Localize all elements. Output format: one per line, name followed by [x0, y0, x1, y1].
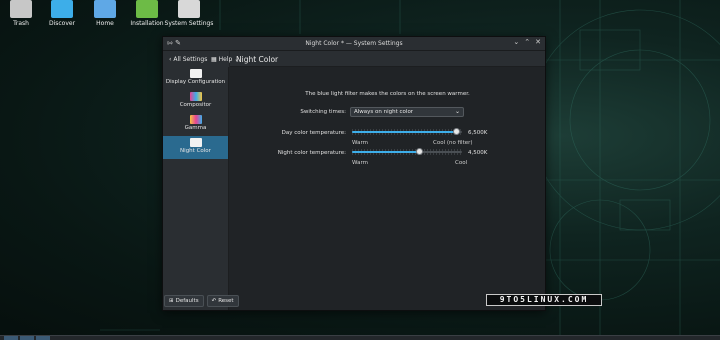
help-menu-button[interactable]: ▦ Help ⌄ [211, 51, 239, 67]
help-label: Help [218, 55, 233, 63]
sidebar-item-label: Compositor [179, 102, 212, 108]
defaults-button[interactable]: ⊞ Defaults [164, 295, 204, 307]
window-titlebar[interactable]: ⇰ ✎ Night Color * — System Settings ⌄ ⌃ … [163, 37, 545, 51]
night-slider-handle[interactable] [416, 148, 423, 155]
desktop-icon-label: System Settings [164, 20, 214, 27]
close-icon[interactable]: ✕ [535, 38, 541, 46]
compositor-icon [189, 92, 202, 101]
switching-times-value: Always on night color [354, 109, 414, 115]
monitor-icon [189, 69, 202, 78]
switching-times-dropdown[interactable]: Always on night color ⌄ [350, 107, 464, 117]
taskbar-app-launcher[interactable] [4, 336, 18, 340]
page-description: The blue light filter makes the colors o… [305, 91, 470, 97]
night-color-page: The blue light filter makes the colors o… [230, 67, 545, 310]
all-settings-label: All Settings [173, 55, 208, 63]
defaults-label: Defaults [175, 298, 199, 304]
trash-icon [10, 0, 32, 18]
minimize-icon[interactable]: ⌄ [513, 38, 519, 46]
sidebar-item-night-color[interactable]: Night Color [163, 136, 228, 159]
page-title: Night Color [236, 55, 279, 64]
site-watermark: 9TO5LINUX.COM [486, 294, 602, 306]
all-settings-button[interactable]: ‹ All Settings [169, 56, 207, 63]
day-temperature-value: 6,500K [468, 130, 488, 136]
system-settings-window: ⇰ ✎ Night Color * — System Settings ⌄ ⌃ … [162, 36, 546, 311]
desktop-icon-system-settings[interactable]: System Settings [157, 0, 221, 28]
sidebar-item-label: Night Color [180, 148, 211, 154]
sidebar-item-label: Display Configuration [165, 79, 226, 85]
chevron-down-icon: ⌄ [454, 108, 460, 115]
back-arrow-icon: ‹ [169, 55, 172, 63]
maximize-icon[interactable]: ⌃ [524, 38, 530, 46]
night-color-icon [189, 138, 202, 147]
settings-icon [178, 0, 200, 18]
reset-icon: ↶ [211, 298, 217, 304]
gamma-icon [189, 115, 202, 124]
page-header: Night Color [230, 51, 545, 67]
taskbar-app-item[interactable] [36, 336, 50, 340]
night-temperature-value: 4,500K [468, 150, 488, 156]
window-title: Night Color * — System Settings [305, 40, 403, 47]
day-slider-handle[interactable] [453, 128, 460, 135]
sidebar-item-display-configuration[interactable]: Display Configuration [163, 67, 228, 90]
night-temperature-label: Night color temperature: [277, 150, 346, 156]
day-temperature-label: Day color temperature: [281, 130, 346, 136]
sidebar-item-gamma[interactable]: Gamma [163, 113, 228, 136]
settings-sidebar: Display Configuration Compositor Gamma N… [163, 67, 239, 310]
discover-icon [51, 0, 73, 18]
switching-times-label: Switching times: [300, 109, 346, 115]
night-temperature-slider[interactable] [352, 148, 462, 155]
day-temperature-slider[interactable] [352, 128, 462, 135]
night-slider-fill [352, 151, 419, 153]
chevron-down-icon: ⌄ [234, 55, 240, 63]
night-warm-label: Warm [352, 160, 368, 166]
taskbar [0, 335, 720, 340]
day-cool-label: Cool (no filter) [433, 140, 473, 146]
defaults-icon: ⊞ [169, 298, 174, 304]
sidebar-item-compositor[interactable]: Compositor [163, 90, 228, 113]
night-cool-label: Cool [455, 160, 468, 166]
taskbar-app-item[interactable] [20, 336, 34, 340]
day-slider-fill [352, 131, 456, 133]
installer-icon [136, 0, 158, 18]
sidebar-item-label: Gamma [184, 125, 207, 131]
help-grid-icon: ▦ [211, 55, 217, 63]
home-folder-icon [94, 0, 116, 18]
day-warm-label: Warm [352, 140, 368, 146]
